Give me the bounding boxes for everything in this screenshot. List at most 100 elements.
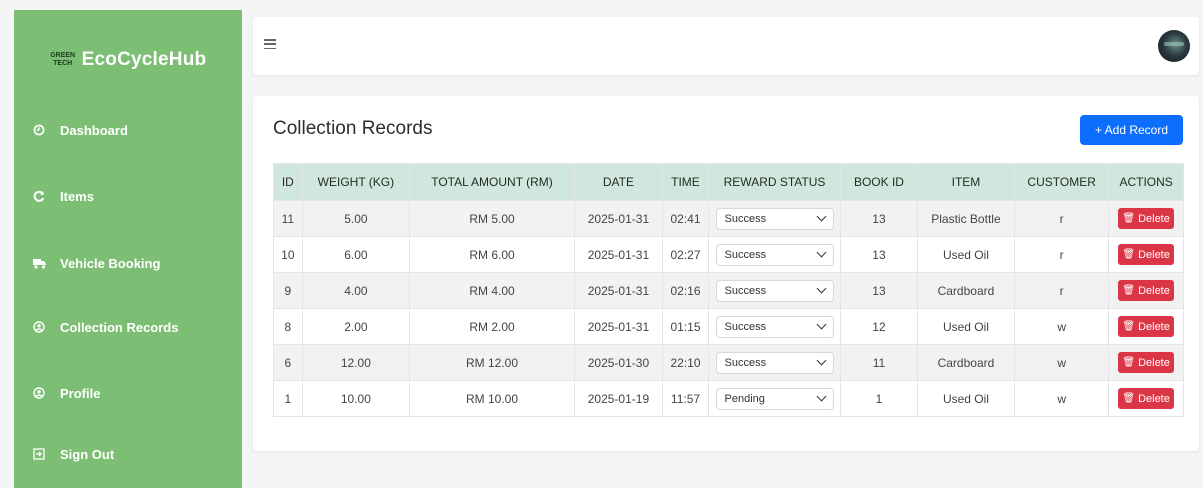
cell-customer: r (1014, 200, 1110, 237)
chevron-down-icon (816, 355, 826, 366)
cell-actions: 🗑 Delete (1108, 380, 1184, 417)
brand[interactable]: GREEN TECH EcoCycleHub (14, 10, 242, 110)
column-header: ITEM (916, 163, 1016, 201)
chevron-down-icon (816, 391, 826, 402)
cell-id: 8 (273, 308, 303, 345)
cell-id: 11 (273, 200, 303, 237)
trash-icon: 🗑 (1122, 213, 1136, 224)
sidebar-item-dashboard[interactable]: Dashboard (14, 110, 242, 150)
column-header: BOOK ID (840, 163, 918, 201)
cell-weight: 2.00 (301, 308, 411, 345)
cell-amount: RM 10.00 (409, 380, 575, 417)
chevron-down-icon (816, 283, 826, 294)
delete-button[interactable]: 🗑 Delete (1118, 352, 1175, 373)
cell-item: Cardboard (916, 344, 1016, 381)
cell-item: Plastic Bottle (916, 200, 1016, 237)
cell-date: 2025-01-19 (573, 380, 663, 417)
table-header-row: ID WEIGHT (KG) TOTAL AMOUNT (RM) DATE TI… (273, 163, 1184, 201)
collection-records-table: ID WEIGHT (KG) TOTAL AMOUNT (RM) DATE TI… (273, 163, 1184, 417)
table-row: 8 2.00 RM 2.00 2025-01-31 01:15 Success … (273, 308, 1184, 345)
cell-date: 2025-01-31 (573, 236, 663, 273)
column-header: TIME (661, 163, 710, 201)
cell-id: 6 (273, 344, 303, 381)
sidebar-item-label: Items (60, 188, 94, 204)
delete-button[interactable]: 🗑 Delete (1118, 280, 1175, 301)
reward-status-select[interactable]: Success (715, 243, 834, 266)
cell-actions: 🗑 Delete (1108, 236, 1184, 273)
cell-reward-status: Success (708, 200, 842, 237)
reward-status-select[interactable]: Success (715, 207, 834, 230)
cell-customer: r (1014, 272, 1110, 309)
cell-time: 02:16 (661, 272, 710, 309)
cell-book-id: 13 (840, 200, 918, 237)
delete-button[interactable]: 🗑 Delete (1118, 388, 1175, 409)
cell-customer: w (1014, 308, 1110, 345)
cell-weight: 6.00 (301, 236, 411, 273)
reward-status-select[interactable]: Success (715, 351, 834, 374)
cell-reward-status: Success (708, 344, 842, 381)
reward-status-select[interactable]: Success (715, 315, 834, 338)
cell-item: Used Oil (916, 380, 1016, 417)
truck-icon (32, 256, 46, 270)
cell-time: 22:10 (661, 344, 710, 381)
cell-amount: RM 2.00 (409, 308, 575, 345)
reward-status-select[interactable]: Success (715, 279, 834, 302)
trash-icon: 🗑 (1122, 321, 1136, 332)
cell-actions: 🗑 Delete (1108, 272, 1184, 309)
column-header: REWARD STATUS (708, 163, 842, 201)
sidebar-item-label: Dashboard (60, 122, 128, 138)
table-row: 11 5.00 RM 5.00 2025-01-31 02:41 Success… (273, 200, 1184, 237)
sidebar-item-label: Vehicle Booking (60, 255, 161, 271)
sidebar-item-items[interactable]: Items (14, 176, 242, 216)
cell-weight: 5.00 (301, 200, 411, 237)
table-row: 10 6.00 RM 6.00 2025-01-31 02:27 Success… (273, 236, 1184, 273)
hamburger-menu-icon[interactable] (264, 39, 276, 49)
cell-amount: RM 12.00 (409, 344, 575, 381)
cell-item: Used Oil (916, 236, 1016, 273)
delete-button[interactable]: 🗑 Delete (1118, 208, 1175, 229)
delete-button[interactable]: 🗑 Delete (1118, 244, 1175, 265)
column-header: CUSTOMER (1014, 163, 1110, 201)
sidebar-item-vehicle-booking[interactable]: Vehicle Booking (14, 243, 242, 283)
sidebar-item-label: Profile (60, 385, 101, 401)
column-header: WEIGHT (KG) (301, 163, 411, 201)
cell-time: 01:15 (661, 308, 710, 345)
reward-status-select[interactable]: Pending (715, 387, 834, 410)
cell-weight: 10.00 (301, 380, 411, 417)
trash-icon: 🗑 (1122, 393, 1136, 404)
delete-button[interactable]: 🗑 Delete (1118, 316, 1175, 337)
cell-date: 2025-01-30 (573, 344, 663, 381)
sidebar-item-collection-records[interactable]: Collection Records (14, 307, 242, 347)
column-header: ID (273, 163, 303, 201)
cell-item: Used Oil (916, 308, 1016, 345)
cell-book-id: 12 (840, 308, 918, 345)
trash-icon: 🗑 (1122, 285, 1136, 296)
sidebar-item-label: Collection Records (60, 319, 179, 335)
cell-reward-status: Success (708, 236, 842, 273)
cell-book-id: 11 (840, 344, 918, 381)
dashboard-icon (32, 123, 46, 137)
cell-customer: r (1014, 236, 1110, 273)
sidebar-item-profile[interactable]: Profile (14, 373, 242, 413)
cell-id: 10 (273, 236, 303, 273)
cell-weight: 12.00 (301, 344, 411, 381)
cell-actions: 🗑 Delete (1108, 200, 1184, 237)
trash-icon: 🗑 (1122, 249, 1136, 260)
cell-customer: w (1014, 380, 1110, 417)
cell-item: Cardboard (916, 272, 1016, 309)
cell-date: 2025-01-31 (573, 308, 663, 345)
cell-amount: RM 6.00 (409, 236, 575, 273)
chevron-down-icon (816, 247, 826, 258)
cell-date: 2025-01-31 (573, 272, 663, 309)
cell-time: 02:27 (661, 236, 710, 273)
add-record-button[interactable]: + Add Record (1080, 115, 1183, 145)
table-row: 6 12.00 RM 12.00 2025-01-30 22:10 Succes… (273, 344, 1184, 381)
sidebar-item-label: Sign Out (60, 446, 115, 462)
avatar[interactable] (1158, 30, 1190, 62)
sidebar: GREEN TECH EcoCycleHub Dashboard Items V… (14, 10, 242, 488)
cell-book-id: 1 (840, 380, 918, 417)
column-header: DATE (573, 163, 663, 201)
cell-id: 9 (273, 272, 303, 309)
cell-book-id: 13 (840, 236, 918, 273)
sidebar-item-sign-out[interactable]: Sign Out (14, 434, 242, 474)
